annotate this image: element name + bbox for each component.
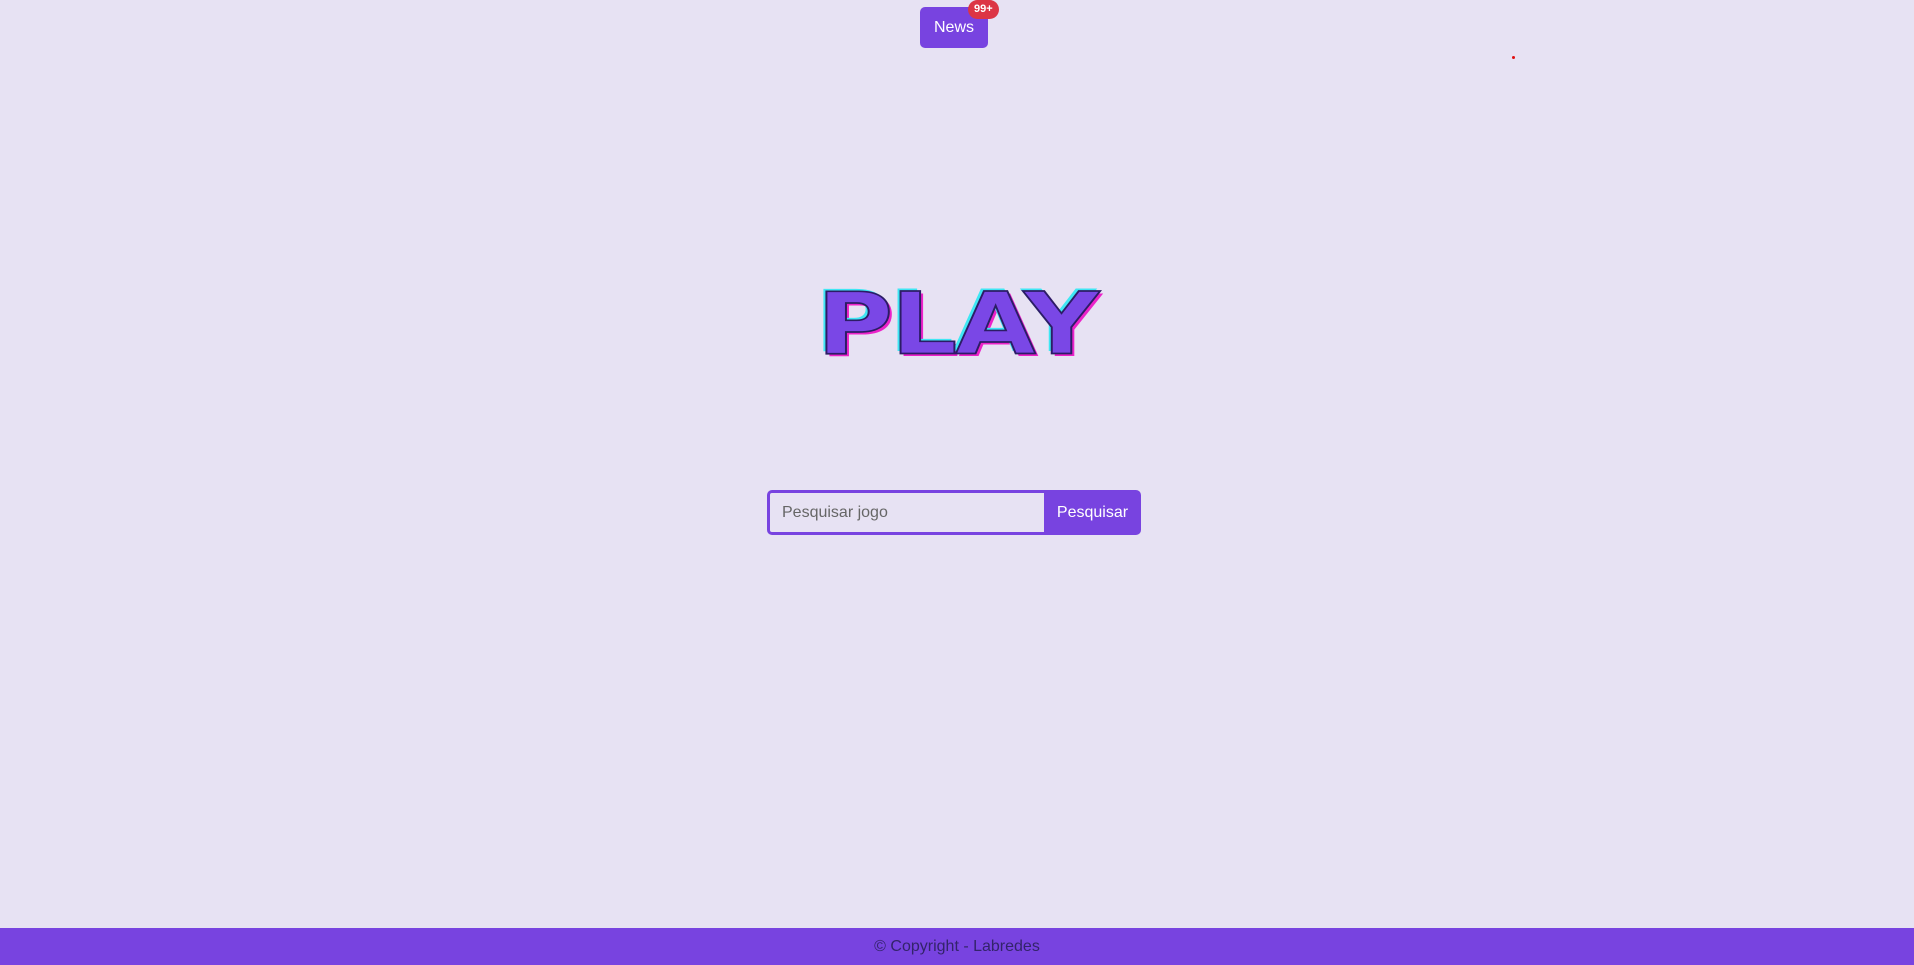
logo: PLAY [0,272,1914,376]
search-button-label: Pesquisar [1056,503,1129,521]
copyright-text: © Copyright - Labredes [874,937,1040,955]
red-dot-marker [1512,56,1515,59]
news-count-badge: 99+ [968,0,999,19]
page: News 99+ PLAY Pesquisar © Copyright - La… [0,0,1914,965]
footer: © Copyright - Labredes [0,928,1914,965]
news-wrapper: News 99+ [920,0,999,48]
logo-text: PLAY [816,273,1100,375]
search-input[interactable] [767,490,1044,535]
news-button-label: News [933,18,974,36]
search-form: Pesquisar [767,490,1141,535]
search-button[interactable]: Pesquisar [1044,490,1141,535]
